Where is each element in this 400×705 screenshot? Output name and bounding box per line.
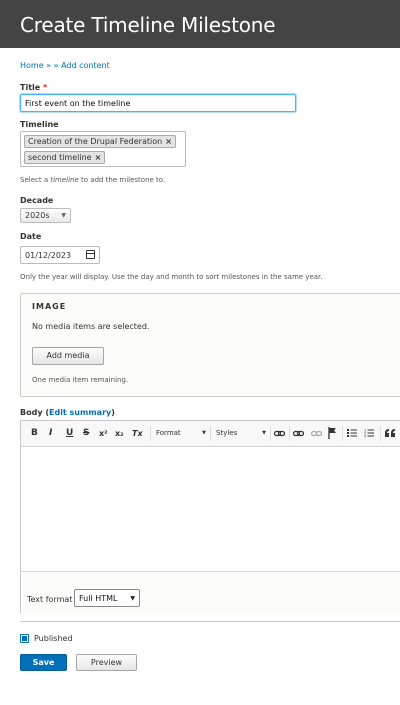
date-value: 01/12/2023 [25, 251, 72, 260]
superscript-button[interactable]: x² [99, 428, 108, 439]
timeline-tag-label: second timeline [28, 153, 92, 162]
body-editor-content-area[interactable] [21, 448, 400, 572]
toolbar-separator [270, 426, 271, 441]
edit-summary-wrapper: (Edit summary) [45, 408, 115, 417]
text-format-value: Full HTML [79, 594, 118, 603]
format-combo[interactable]: Format ▼ [156, 428, 206, 439]
italic-button[interactable]: I [49, 428, 52, 439]
divider [20, 621, 400, 622]
body-label: Body (Edit summary) [20, 408, 115, 417]
decade-select[interactable]: 2020s ▼ [20, 208, 71, 223]
published-checkbox[interactable] [20, 634, 29, 643]
decade-select-value: 2020s [25, 211, 50, 220]
styles-combo-label: Styles [216, 429, 238, 437]
drupal-link-icon[interactable] [293, 429, 304, 438]
page-title: Create Timeline Milestone [20, 13, 276, 37]
timeline-help-text: Select a timeline to add the milestone t… [20, 176, 165, 184]
timeline-tag-input[interactable]: Creation of the Drupal Federation × secon… [20, 131, 186, 167]
styles-combo[interactable]: Styles ▼ [216, 428, 266, 439]
toolbar-separator [210, 426, 211, 441]
edit-summary-link[interactable]: Edit summary [49, 408, 111, 417]
breadcrumb-separator: » [53, 61, 59, 70]
bulleted-list-icon[interactable] [347, 428, 357, 438]
numbered-list-icon[interactable]: 1 2 3 [364, 428, 374, 438]
breadcrumb-add-content-link[interactable]: Add content [61, 61, 110, 70]
calendar-icon[interactable] [86, 250, 95, 259]
published-label: Published [34, 634, 73, 643]
format-combo-label: Format [156, 429, 181, 437]
blockquote-icon[interactable] [385, 429, 396, 437]
remove-format-button[interactable]: Tx [132, 428, 143, 439]
svg-text:3: 3 [364, 435, 366, 439]
title-label: Title * [20, 83, 47, 92]
image-fieldset: IMAGE No media items are selected. Add m… [20, 293, 400, 397]
chevron-down-icon: ▼ [130, 595, 135, 602]
timeline-help-pre: Select a [20, 176, 49, 184]
chevron-down-icon: ▼ [262, 430, 266, 436]
no-media-text: No media items are selected. [32, 322, 150, 331]
timeline-tag: second timeline × [24, 151, 106, 164]
underline-button[interactable]: U [66, 428, 73, 439]
breadcrumb-home-link[interactable]: Home [20, 61, 44, 70]
unlink-icon[interactable] [311, 429, 322, 438]
bold-button[interactable]: B [31, 428, 38, 439]
timeline-tag-label: Creation of the Drupal Federation [28, 137, 163, 146]
preview-button[interactable]: Preview [76, 654, 137, 671]
timeline-tag: Creation of the Drupal Federation × [24, 135, 176, 148]
tag-remove-icon[interactable]: × [95, 153, 102, 162]
timeline-label: Timeline [20, 120, 59, 129]
tag-remove-icon[interactable]: × [165, 137, 172, 146]
decade-label: Decade [20, 196, 54, 205]
anchor-flag-icon[interactable] [328, 427, 337, 439]
subscript-button[interactable]: x₂ [115, 428, 124, 439]
editor-toolbar: B I U S x² x₂ Tx Format ▼ Styles ▼ 1 2 3 [21, 421, 400, 447]
text-format-select[interactable]: Full HTML ▼ [74, 589, 140, 607]
timeline-help-post: to add the milestone to. [81, 176, 166, 184]
add-media-button[interactable]: Add media [32, 347, 104, 365]
image-legend: IMAGE [32, 302, 67, 311]
breadcrumb: Home » » Add content [20, 61, 110, 70]
body-label-text: Body [20, 408, 43, 417]
media-remaining-text: One media item remaining. [32, 376, 129, 384]
chevron-down-icon: ▼ [61, 212, 66, 219]
toolbar-separator [289, 426, 290, 441]
date-input[interactable]: 01/12/2023 [20, 246, 100, 264]
text-format-label: Text format [27, 595, 73, 604]
text-format-bar: Text format Full HTML ▼ [21, 573, 400, 613]
title-label-text: Title [20, 83, 41, 92]
title-input[interactable]: First event on the timeline [20, 94, 296, 112]
strikethrough-button[interactable]: S [83, 428, 89, 439]
body-editor: B I U S x² x₂ Tx Format ▼ Styles ▼ 1 2 3… [20, 420, 400, 613]
date-help-text: Only the year will display. Use the day … [20, 273, 323, 281]
date-label: Date [20, 232, 42, 241]
timeline-help-emphasis: timeline [50, 176, 79, 184]
breadcrumb-separator: » [46, 61, 52, 70]
save-button[interactable]: Save [20, 654, 67, 671]
chevron-down-icon: ▼ [202, 430, 206, 436]
toolbar-separator [380, 426, 381, 441]
toolbar-separator [342, 426, 343, 441]
required-marker: * [43, 83, 48, 92]
page-header: Create Timeline Milestone [0, 0, 400, 48]
toolbar-separator [150, 426, 151, 441]
link-icon[interactable] [274, 429, 285, 438]
